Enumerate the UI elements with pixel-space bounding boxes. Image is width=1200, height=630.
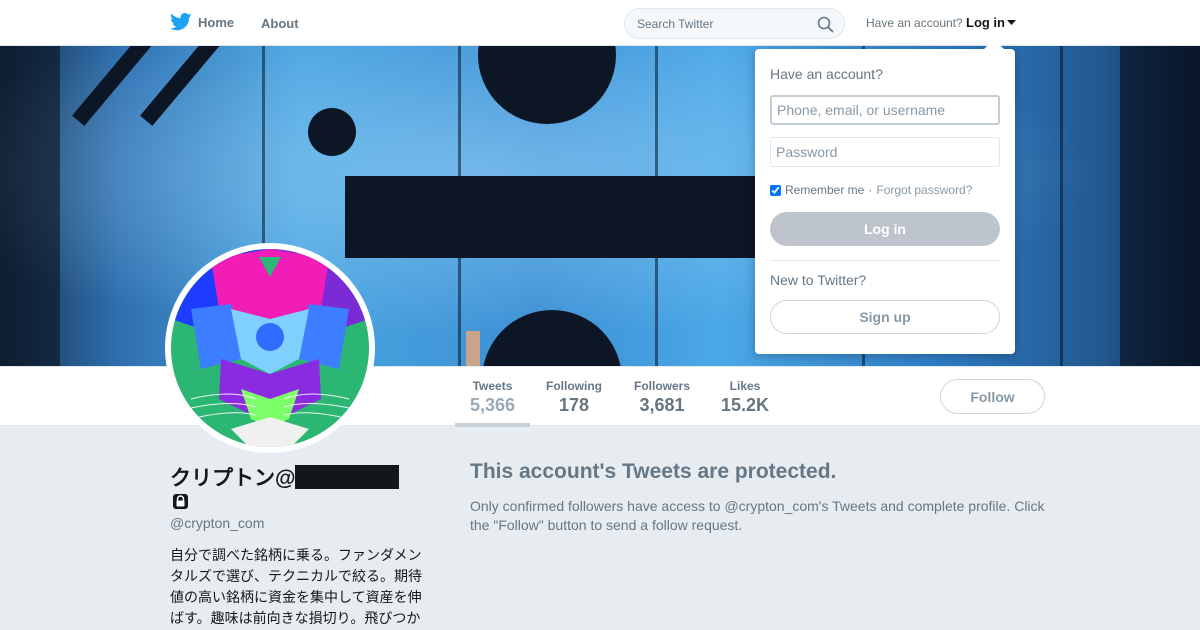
avatar[interactable] (165, 243, 375, 453)
separator-dot: · (868, 183, 873, 197)
signup-button[interactable]: Sign up (770, 300, 1000, 334)
stat-value: 178 (558, 395, 590, 415)
profile-handle[interactable]: @crypton_com (170, 515, 264, 531)
nav-about-link[interactable]: About (261, 16, 299, 31)
nav-home-label: Home (198, 14, 235, 30)
stat-following[interactable]: Following 178 (540, 379, 608, 416)
stat-label: Following (546, 379, 602, 393)
search-icon[interactable] (817, 16, 834, 33)
new-to-twitter-text: New to Twitter? (770, 272, 867, 288)
divider (770, 260, 1000, 261)
nav-home-link[interactable]: Home (170, 13, 234, 31)
stat-value: 3,681 (639, 395, 685, 415)
twitter-bird-icon (170, 13, 192, 31)
forgot-password-link[interactable]: Forgot password? (876, 183, 972, 197)
profile-bio: 自分で調べた銘柄に乗る。ファンダメンタルズで選び、テクニカルで絞る。期待値の高い… (170, 547, 422, 626)
login-dropdown: Have an account? Remember me · Forgot pa… (755, 39, 1015, 354)
stat-likes[interactable]: Likes 15.2K (716, 379, 774, 416)
have-account-text: Have an account? (866, 16, 963, 30)
stat-followers[interactable]: Followers 3,681 (628, 379, 696, 416)
login-link-label: Log in (966, 15, 1005, 30)
dropdown-title: Have an account? (770, 66, 883, 82)
profile-name-text: クリプトン@ (170, 467, 296, 490)
remember-label[interactable]: Remember me (785, 183, 864, 197)
remember-row: Remember me · Forgot password? (770, 183, 972, 197)
caret-down-icon (1007, 19, 1016, 25)
remember-checkbox[interactable] (770, 184, 781, 196)
username-field[interactable] (770, 95, 1000, 125)
stat-label: Tweets (472, 379, 513, 393)
profile-name: クリプトン@ (170, 462, 430, 492)
login-dropdown-toggle[interactable]: Log in (966, 15, 1016, 30)
follow-button[interactable]: Follow (940, 379, 1045, 414)
search-input[interactable] (625, 9, 805, 38)
password-field[interactable] (770, 137, 1000, 167)
top-nav: Home About Have an account? Log in (0, 0, 1200, 46)
redacted-block (295, 465, 400, 489)
protected-body: Only confirmed followers have access to … (470, 498, 1045, 533)
stat-value: 5,366 (469, 395, 516, 415)
tiger-avatar-image (171, 249, 369, 447)
stat-value: 15.2K (720, 395, 770, 415)
login-button[interactable]: Log in (770, 212, 1000, 246)
active-tab-indicator (455, 423, 530, 427)
search-box (624, 8, 845, 39)
lock-icon (173, 494, 188, 509)
stat-label: Likes (729, 379, 761, 393)
stat-tweets[interactable]: Tweets 5,366 (455, 379, 530, 416)
stat-label: Followers (633, 379, 690, 393)
protected-title: This account's Tweets are protected. (470, 460, 837, 483)
